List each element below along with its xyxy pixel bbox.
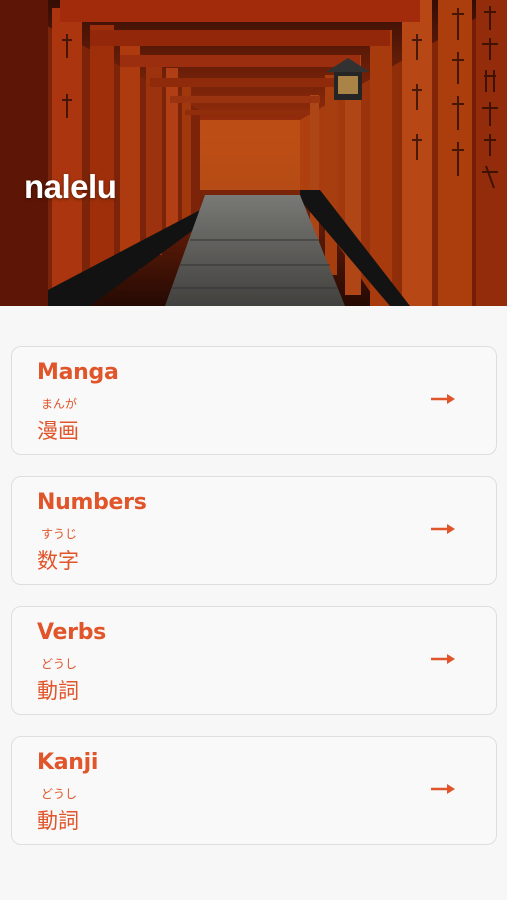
category-title: Kanji [37, 750, 99, 775]
category-card-verbs[interactable]: Verbs どうし 動詞 [11, 606, 497, 715]
category-reading: まんが [41, 397, 78, 411]
category-title: Numbers [37, 490, 147, 515]
app-title: nalelu [24, 168, 117, 205]
arrow-right-icon[interactable] [430, 774, 456, 804]
category-word: 漫画 [37, 419, 79, 443]
arrow-right-icon[interactable] [430, 384, 456, 414]
torii-gates-illustration [0, 0, 507, 306]
hero-image: nalelu [0, 0, 507, 306]
category-word: 数字 [37, 549, 79, 573]
category-title: Manga [37, 360, 119, 385]
category-word: 動詞 [37, 809, 79, 833]
category-list: Manga まんが 漫画 Numbers すうじ 数字 Verbs どうし 動詞… [11, 346, 497, 866]
category-title: Verbs [37, 620, 106, 645]
category-reading: どうし [41, 787, 78, 801]
arrow-right-icon[interactable] [430, 514, 456, 544]
category-word: 動詞 [37, 679, 79, 703]
arrow-right-icon[interactable] [430, 644, 456, 674]
category-reading: すうじ [41, 527, 78, 541]
category-card-manga[interactable]: Manga まんが 漫画 [11, 346, 497, 455]
category-reading: どうし [41, 657, 78, 671]
category-card-kanji[interactable]: Kanji どうし 動詞 [11, 736, 497, 845]
category-card-numbers[interactable]: Numbers すうじ 数字 [11, 476, 497, 585]
